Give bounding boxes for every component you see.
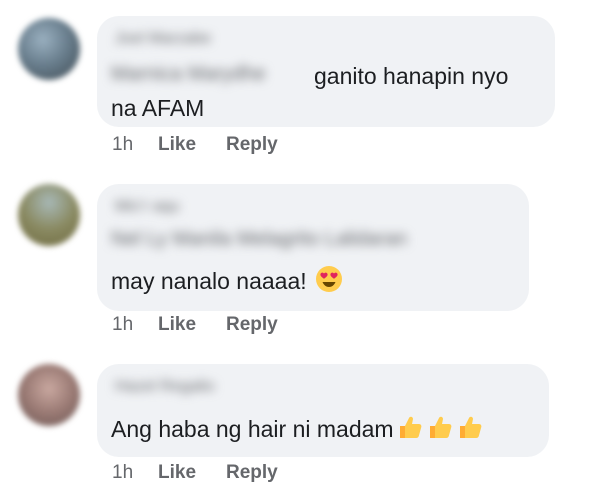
heart-eyes-emoji-icon (316, 266, 343, 292)
commenter-name[interactable]: Mic'r aqu (115, 198, 179, 216)
comment-actions: 1h Like Reply (112, 314, 278, 336)
comment-bubble: Mic'r aqu Nel Ly Manila Melagrito Lalida… (97, 184, 529, 311)
reply-button[interactable]: Reply (226, 314, 278, 336)
reply-button[interactable]: Reply (226, 134, 278, 156)
comment-text: may nanalo naaaa! (111, 265, 343, 297)
commenter-name[interactable]: Hazel Regalio (115, 378, 215, 396)
comment-text: Ang haba ng hair ni madam (111, 413, 484, 445)
mentioned-user[interactable]: Marnica Marydhe (111, 63, 266, 86)
comment-text-line2: na AFAM (111, 95, 205, 121)
like-button[interactable]: Like (158, 462, 226, 484)
comment-text-content: Ang haba ng hair ni madam (111, 416, 394, 442)
thumbs-up-icon (399, 416, 421, 438)
reply-button[interactable]: Reply (226, 462, 278, 484)
mentioned-user[interactable]: Nel Ly Manila Melagrito Lalidaran (111, 228, 407, 251)
comment-bubble: Joel Marzabe Marnica Marydhe ganito hana… (97, 16, 555, 127)
avatar[interactable] (18, 18, 80, 80)
comment-text: ganito hanapin nyo (314, 63, 509, 89)
commenter-name[interactable]: Joel Marzabe (115, 30, 211, 48)
avatar[interactable] (18, 364, 80, 426)
avatar[interactable] (18, 184, 80, 246)
like-button[interactable]: Like (158, 314, 226, 336)
thumbs-up-icon (429, 416, 451, 438)
comment-actions: 1h Like Reply (112, 134, 278, 156)
comment-actions: 1h Like Reply (112, 462, 278, 484)
comment-bubble: Hazel Regalio Ang haba ng hair ni madam (97, 364, 549, 457)
timestamp[interactable]: 1h (112, 314, 158, 336)
comment-text-content: may nanalo naaaa! (111, 268, 307, 294)
like-button[interactable]: Like (158, 134, 226, 156)
timestamp[interactable]: 1h (112, 462, 158, 484)
thumbs-up-icon (459, 416, 481, 438)
timestamp[interactable]: 1h (112, 134, 158, 156)
